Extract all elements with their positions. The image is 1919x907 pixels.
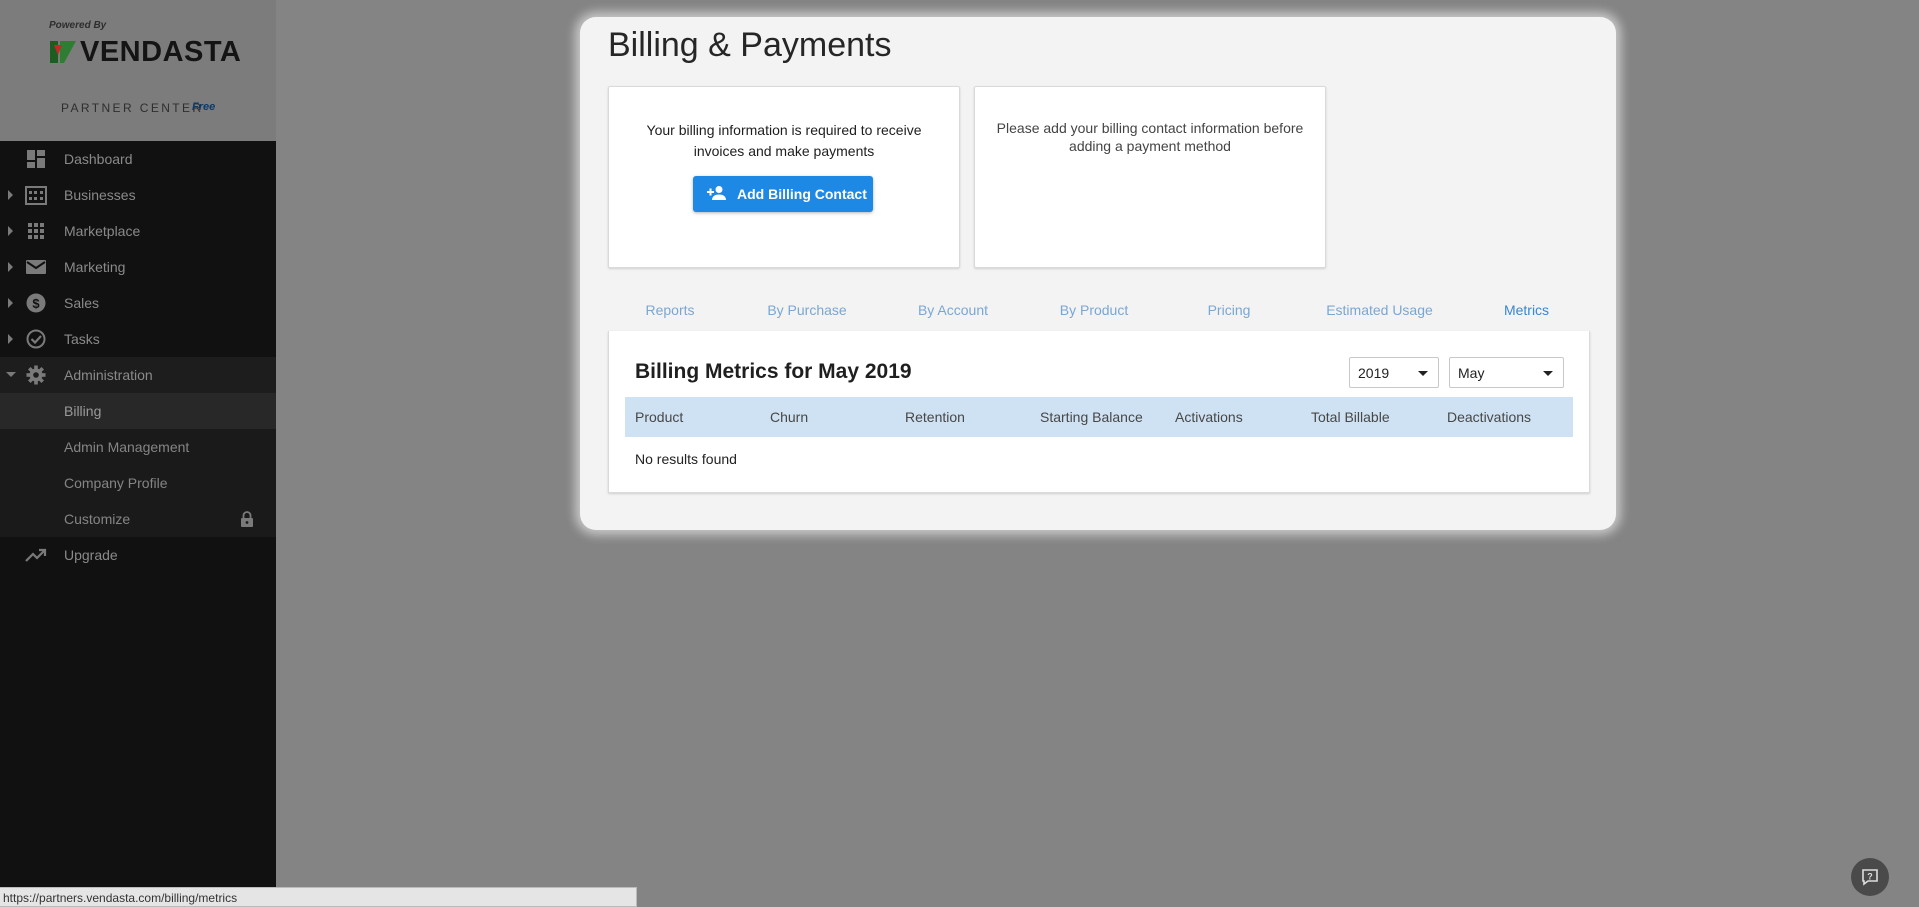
metrics-card: Billing Metrics for May 2019 2019 May Pr… (608, 331, 1590, 493)
metrics-table-header: Product Churn Retention Starting Balance… (625, 397, 1573, 437)
column-header-total-billable[interactable]: Total Billable (1311, 409, 1390, 425)
dashboard-icon (27, 150, 45, 168)
expand-caret-icon[interactable] (8, 226, 13, 236)
sidebar-item-customize[interactable]: Customize (0, 501, 276, 537)
column-header-activations[interactable]: Activations (1175, 409, 1243, 425)
tab-by-product[interactable]: By Product (1024, 287, 1164, 335)
sidebar: Powered By VENDASTA PARTNER CENTER Free … (0, 0, 276, 907)
column-header-starting-balance[interactable]: Starting Balance (1040, 409, 1143, 425)
sidebar-item-label: Administration (64, 367, 153, 383)
sidebar-item-dashboard[interactable]: Dashboard (0, 141, 276, 177)
dropdown-arrow-icon (1543, 371, 1553, 376)
add-billing-contact-label: Add Billing Contact (737, 186, 867, 202)
month-select-value: May (1458, 365, 1485, 381)
brand-header: Powered By VENDASTA PARTNER CENTER Free (0, 0, 276, 141)
sidebar-item-tasks[interactable]: Tasks (0, 321, 276, 357)
partner-center-label: PARTNER CENTER (61, 101, 204, 115)
help-button[interactable]: ? (1851, 858, 1889, 896)
empty-results-message: No results found (635, 451, 737, 467)
sidebar-item-businesses[interactable]: Businesses (0, 177, 276, 213)
building-icon (25, 186, 47, 205)
collapse-caret-icon[interactable] (6, 372, 16, 377)
sidebar-nav: Dashboard Businesses Marketplace Marketi… (0, 141, 276, 573)
tab-label: Metrics (1503, 302, 1550, 318)
tab-metrics[interactable]: Metrics (1465, 287, 1588, 335)
svg-text:?: ? (1867, 872, 1873, 882)
tab-by-purchase[interactable]: By Purchase (732, 287, 882, 335)
sidebar-item-label: Customize (64, 511, 131, 527)
trending-up-icon (25, 548, 47, 562)
column-header-retention[interactable]: Retention (905, 409, 965, 425)
sidebar-item-admin-management[interactable]: Admin Management (0, 429, 276, 465)
sidebar-item-upgrade[interactable]: Upgrade (0, 537, 276, 573)
tab-estimated-usage[interactable]: Estimated Usage (1294, 287, 1465, 335)
year-select[interactable]: 2019 (1349, 357, 1439, 388)
billing-info-text: Your billing information is required to … (646, 122, 922, 159)
check-circle-icon (26, 329, 46, 349)
sidebar-item-company-profile[interactable]: Company Profile (0, 465, 276, 501)
svg-text:$: $ (32, 296, 40, 311)
vendasta-logo-icon (50, 41, 76, 63)
expand-caret-icon[interactable] (8, 262, 13, 272)
sidebar-item-sales[interactable]: $ Sales (0, 285, 276, 321)
gear-icon (26, 365, 46, 385)
page-title: Billing & Payments (608, 26, 892, 64)
column-header-product[interactable]: Product (635, 409, 683, 425)
sidebar-item-marketplace[interactable]: Marketplace (0, 213, 276, 249)
expand-caret-icon[interactable] (8, 334, 13, 344)
sidebar-item-label: Dashboard (64, 151, 133, 167)
expand-caret-icon[interactable] (8, 298, 13, 308)
grid-icon (28, 223, 44, 239)
sidebar-item-administration[interactable]: Administration (0, 357, 276, 393)
plan-badge: Free (192, 101, 216, 113)
billing-panel: Billing & Payments Your billing informat… (580, 17, 1616, 530)
tab-pricing[interactable]: Pricing (1164, 287, 1294, 335)
sidebar-item-label: Admin Management (64, 439, 190, 455)
sidebar-item-label: Marketing (64, 259, 126, 275)
tab-by-account[interactable]: By Account (882, 287, 1024, 335)
add-billing-contact-button[interactable]: Add Billing Contact (693, 176, 873, 212)
metrics-title: Billing Metrics for May 2019 (635, 360, 912, 383)
tab-label: Estimated Usage (1326, 302, 1433, 318)
payment-method-text: Please add your billing contact informat… (996, 120, 1304, 154)
sidebar-item-label: Upgrade (64, 547, 118, 563)
tab-label: Reports (645, 302, 695, 318)
tab-label: Pricing (1207, 302, 1251, 318)
sidebar-item-marketing[interactable]: Marketing (0, 249, 276, 285)
tab-reports[interactable]: Reports (608, 287, 732, 335)
payment-method-card: Please add your billing contact informat… (974, 86, 1326, 268)
month-select[interactable]: May (1449, 357, 1564, 388)
sidebar-item-label: Tasks (64, 331, 100, 347)
year-select-value: 2019 (1358, 365, 1390, 381)
tab-label: By Product (1059, 302, 1129, 318)
dollar-icon: $ (26, 293, 46, 313)
sidebar-item-label: Sales (64, 295, 100, 311)
lock-icon (241, 511, 253, 527)
mail-icon (26, 260, 46, 274)
status-bar-url: https://partners.vendasta.com/billing/me… (0, 887, 637, 907)
column-header-deactivations[interactable]: Deactivations (1447, 409, 1531, 425)
sidebar-item-label: Marketplace (64, 223, 141, 239)
sidebar-item-billing[interactable]: Billing (0, 393, 276, 429)
sidebar-item-label: Businesses (64, 187, 136, 203)
sidebar-item-label: Billing (64, 403, 102, 419)
billing-info-card: Your billing information is required to … (608, 86, 960, 268)
vendasta-logo-text: VENDASTA (80, 36, 242, 68)
help-chat-icon: ? (1862, 869, 1878, 886)
billing-tabs: Reports By Purchase By Account By Produc… (608, 287, 1588, 337)
tab-label: By Account (917, 302, 989, 318)
dropdown-arrow-icon (1418, 371, 1428, 376)
powered-by-label: Powered By (49, 20, 107, 31)
expand-caret-icon[interactable] (8, 190, 13, 200)
tab-label: By Purchase (767, 302, 847, 318)
add-person-icon (707, 186, 726, 200)
column-header-churn[interactable]: Churn (770, 409, 808, 425)
sidebar-item-label: Company Profile (64, 475, 168, 491)
